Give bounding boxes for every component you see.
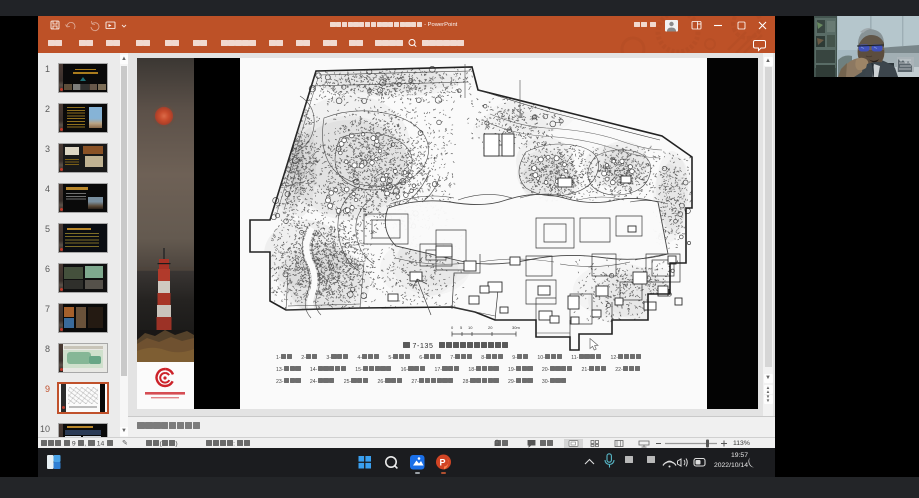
svg-text:10: 10 [468, 325, 473, 330]
svg-text:30m: 30m [512, 325, 520, 330]
svg-text:20: 20 [488, 325, 493, 330]
svg-text:P: P [440, 458, 446, 468]
